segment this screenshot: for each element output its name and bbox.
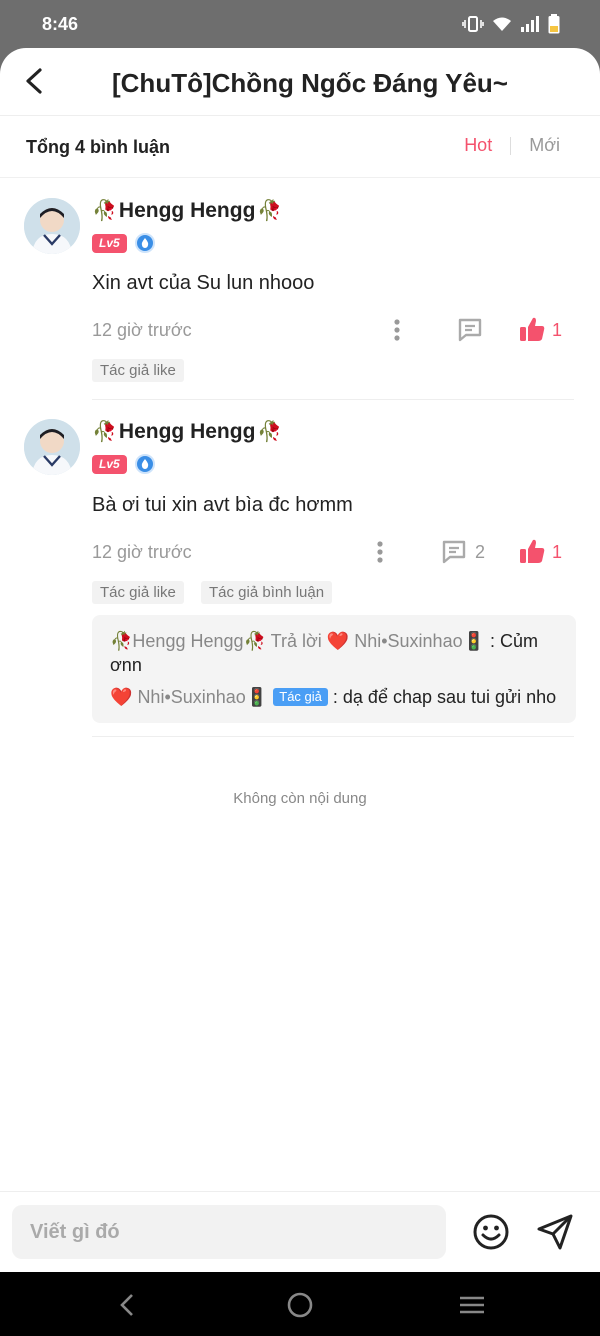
wifi-icon	[492, 16, 512, 37]
end-of-content: Không còn nội dung	[233, 790, 367, 807]
author-badge: Tác giả	[273, 688, 328, 706]
username-text: Hengg Hengg	[118, 198, 256, 222]
header: [ChuTô]Chồng Ngốc Đáng Yêu~	[0, 48, 600, 116]
comment-icon[interactable]	[440, 538, 468, 566]
more-icon[interactable]	[375, 540, 385, 564]
reply-from-name: Hengg Hengg	[132, 631, 244, 651]
level-badge: Lv5	[92, 454, 127, 474]
reply-from-name: Nhi•Suxinhao	[137, 687, 246, 707]
avatar[interactable]	[24, 198, 80, 254]
reply-thread[interactable]: 🥀Hengg Hengg🥀 Trả lời ❤️ Nhi•Suxinhao🚦 :…	[92, 615, 576, 723]
system-nav-bar	[0, 1272, 600, 1336]
reply-from[interactable]: 🥀Hengg Hengg🥀	[110, 631, 266, 651]
traffic-light-icon: 🚦	[462, 631, 486, 651]
username-text: Hengg Hengg	[118, 419, 256, 443]
badge-row: Lv5	[92, 233, 155, 253]
send-icon	[537, 1214, 573, 1250]
comment-text: Bà ơi tui xin avt bìa đc hơmm	[92, 494, 353, 516]
like-count: 1	[552, 320, 563, 340]
heart-icon: ❤️	[110, 687, 133, 707]
comment-icon[interactable]	[456, 316, 484, 344]
send-button[interactable]	[536, 1213, 574, 1251]
reply-from[interactable]: ❤️ Nhi•Suxinhao🚦	[110, 687, 268, 707]
rose-icon: 🥀	[92, 200, 117, 222]
nav-back-icon[interactable]	[112, 1290, 142, 1320]
rose-icon: 🥀	[257, 200, 283, 222]
drop-icon	[134, 454, 155, 474]
tab-hot[interactable]: Hot	[464, 135, 492, 156]
status-bar: 8:46	[0, 0, 600, 50]
comment-count: Tổng 4 bình luận	[26, 137, 170, 157]
back-button[interactable]	[20, 64, 50, 98]
battery-icon	[548, 14, 560, 39]
thumbs-up-icon[interactable]	[518, 537, 546, 565]
tag-author-like: Tác giả like	[92, 581, 184, 604]
reply-item: ❤️ Nhi•Suxinhao🚦 Tác giả : dạ để chap sa…	[110, 685, 558, 709]
comment-sheet: [ChuTô]Chồng Ngốc Đáng Yêu~ Tổng 4 bình …	[0, 48, 600, 1272]
reply-to-name: Nhi•Suxinhao	[354, 631, 463, 651]
rose-icon: 🥀	[92, 421, 117, 443]
like-count: 1	[552, 542, 563, 562]
tag-author-like: Tác giả like	[92, 359, 184, 382]
page-title: [ChuTô]Chồng Ngốc Đáng Yêu~	[112, 68, 508, 98]
status-time: 8:46	[42, 14, 79, 34]
status-icons	[462, 14, 560, 39]
nav-menu-icon[interactable]	[457, 1290, 487, 1320]
heart-icon: ❤️	[326, 631, 350, 651]
rose-icon: 🥀	[257, 421, 283, 443]
more-icon[interactable]	[392, 318, 402, 342]
drop-icon	[134, 233, 155, 253]
comment-summary: Tổng 4 bình luận Hot Mới	[0, 116, 600, 178]
comment-time: 12 giờ trước	[92, 542, 192, 562]
reply-count: 2	[475, 542, 486, 562]
comment-username[interactable]: 🥀 Hengg Hengg 🥀	[92, 419, 282, 444]
tab-divider	[510, 136, 512, 155]
reply-verb: Trả lời	[270, 631, 322, 651]
divider	[92, 399, 574, 400]
signal-icon	[520, 16, 540, 37]
emoji-button[interactable]	[472, 1213, 510, 1251]
avatar[interactable]	[24, 419, 80, 475]
comment-input[interactable]	[12, 1205, 446, 1259]
back-arrow-icon	[26, 68, 42, 94]
comment-username[interactable]: 🥀 Hengg Hengg 🥀	[92, 198, 282, 223]
tag-author-comment: Tác giả bình luận	[201, 581, 333, 604]
divider	[92, 736, 574, 737]
traffic-light-icon: 🚦	[245, 687, 269, 707]
sort-tabs: Hot Mới	[464, 135, 560, 156]
tab-new[interactable]: Mới	[529, 135, 560, 156]
nav-home-icon[interactable]	[285, 1290, 315, 1320]
reply-text: : dạ để chap sau tui gửi nho	[332, 687, 557, 707]
comment-text: Xin avt của Su lun nhooo	[92, 272, 315, 294]
reply-to[interactable]: ❤️ Nhi•Suxinhao🚦	[327, 631, 485, 651]
vibrate-icon	[462, 15, 484, 38]
badge-row: Lv5	[92, 454, 155, 474]
level-badge: Lv5	[92, 233, 127, 253]
composer-bar	[0, 1191, 600, 1272]
emoji-icon	[473, 1214, 509, 1250]
comment-time: 12 giờ trước	[92, 320, 192, 340]
reply-item: 🥀Hengg Hengg🥀 Trả lời ❤️ Nhi•Suxinhao🚦 :…	[110, 629, 558, 677]
thumbs-up-icon[interactable]	[518, 315, 546, 343]
